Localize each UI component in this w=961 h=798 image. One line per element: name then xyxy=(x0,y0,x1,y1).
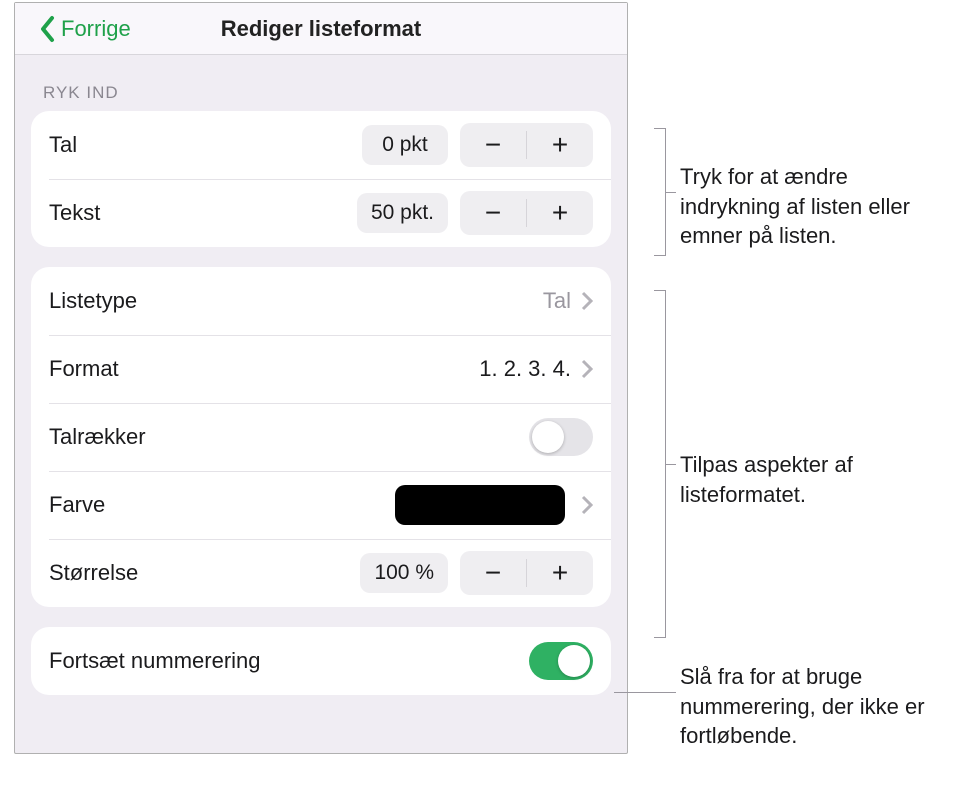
text-indent-stepper: − + xyxy=(460,191,593,235)
text-indent-decrease[interactable]: − xyxy=(460,191,526,235)
color-swatch xyxy=(395,485,565,525)
continue-label: Fortsæt nummerering xyxy=(49,648,261,674)
number-indent-label: Tal xyxy=(49,132,77,158)
tiers-label: Talrækker xyxy=(49,424,146,450)
bracket-format xyxy=(654,290,666,638)
number-indent-value[interactable]: 0 pkt xyxy=(362,125,448,165)
format-value: 1. 2. 3. 4. xyxy=(479,356,571,382)
callout-format: Tilpas aspekter af listeformatet. xyxy=(680,450,940,509)
chevron-right-icon xyxy=(581,359,593,379)
section-heading-indent: RYK IND xyxy=(31,55,611,111)
text-indent-label: Tekst xyxy=(49,200,100,226)
continue-toggle[interactable] xyxy=(529,642,593,680)
continue-card: Fortsæt nummerering xyxy=(31,627,611,695)
tiers-toggle[interactable] xyxy=(529,418,593,456)
settings-panel: Forrige Rediger listeformat RYK IND Tal … xyxy=(14,2,628,754)
format-card: Listetype Tal Format 1. 2. 3. 4. Talrækk… xyxy=(31,267,611,607)
row-text-indent: Tekst 50 pkt. − + xyxy=(31,179,611,247)
listtype-label: Listetype xyxy=(49,288,137,314)
callout-continue: Slå fra for at bruge nummerering, der ik… xyxy=(680,662,950,751)
row-listtype[interactable]: Listetype Tal xyxy=(31,267,611,335)
size-decrease[interactable]: − xyxy=(460,551,526,595)
back-label: Forrige xyxy=(61,16,131,42)
number-indent-increase[interactable]: + xyxy=(527,123,593,167)
chevron-left-icon xyxy=(39,15,57,43)
row-number-indent: Tal 0 pkt − + xyxy=(31,111,611,179)
callout-indent: Tryk for at ændre indrykning af listen e… xyxy=(680,162,950,251)
toggle-knob xyxy=(558,645,590,677)
page-title: Rediger listeformat xyxy=(221,16,422,42)
number-indent-decrease[interactable]: − xyxy=(460,123,526,167)
row-tiers: Talrækker xyxy=(31,403,611,471)
chevron-right-icon xyxy=(581,495,593,515)
number-indent-stepper: − + xyxy=(460,123,593,167)
row-continue: Fortsæt nummerering xyxy=(31,627,611,695)
indent-card: Tal 0 pkt − + Tekst 50 pkt. − + xyxy=(31,111,611,247)
listtype-value: Tal xyxy=(543,288,571,314)
size-stepper: − + xyxy=(460,551,593,595)
bracket-indent xyxy=(654,128,666,256)
panel-header: Forrige Rediger listeformat xyxy=(15,3,627,55)
color-label: Farve xyxy=(49,492,105,518)
text-indent-increase[interactable]: + xyxy=(527,191,593,235)
size-increase[interactable]: + xyxy=(527,551,593,595)
callout-lead xyxy=(614,692,676,693)
size-label: Størrelse xyxy=(49,560,138,586)
row-size: Størrelse 100 % − + xyxy=(31,539,611,607)
row-color[interactable]: Farve xyxy=(31,471,611,539)
row-format[interactable]: Format 1. 2. 3. 4. xyxy=(31,335,611,403)
size-value[interactable]: 100 % xyxy=(360,553,448,593)
chevron-right-icon xyxy=(581,291,593,311)
callout-lead xyxy=(666,192,676,193)
text-indent-value[interactable]: 50 pkt. xyxy=(357,193,448,233)
callout-lead xyxy=(666,464,676,465)
back-button[interactable]: Forrige xyxy=(39,3,131,55)
toggle-knob xyxy=(532,421,564,453)
format-label: Format xyxy=(49,356,119,382)
